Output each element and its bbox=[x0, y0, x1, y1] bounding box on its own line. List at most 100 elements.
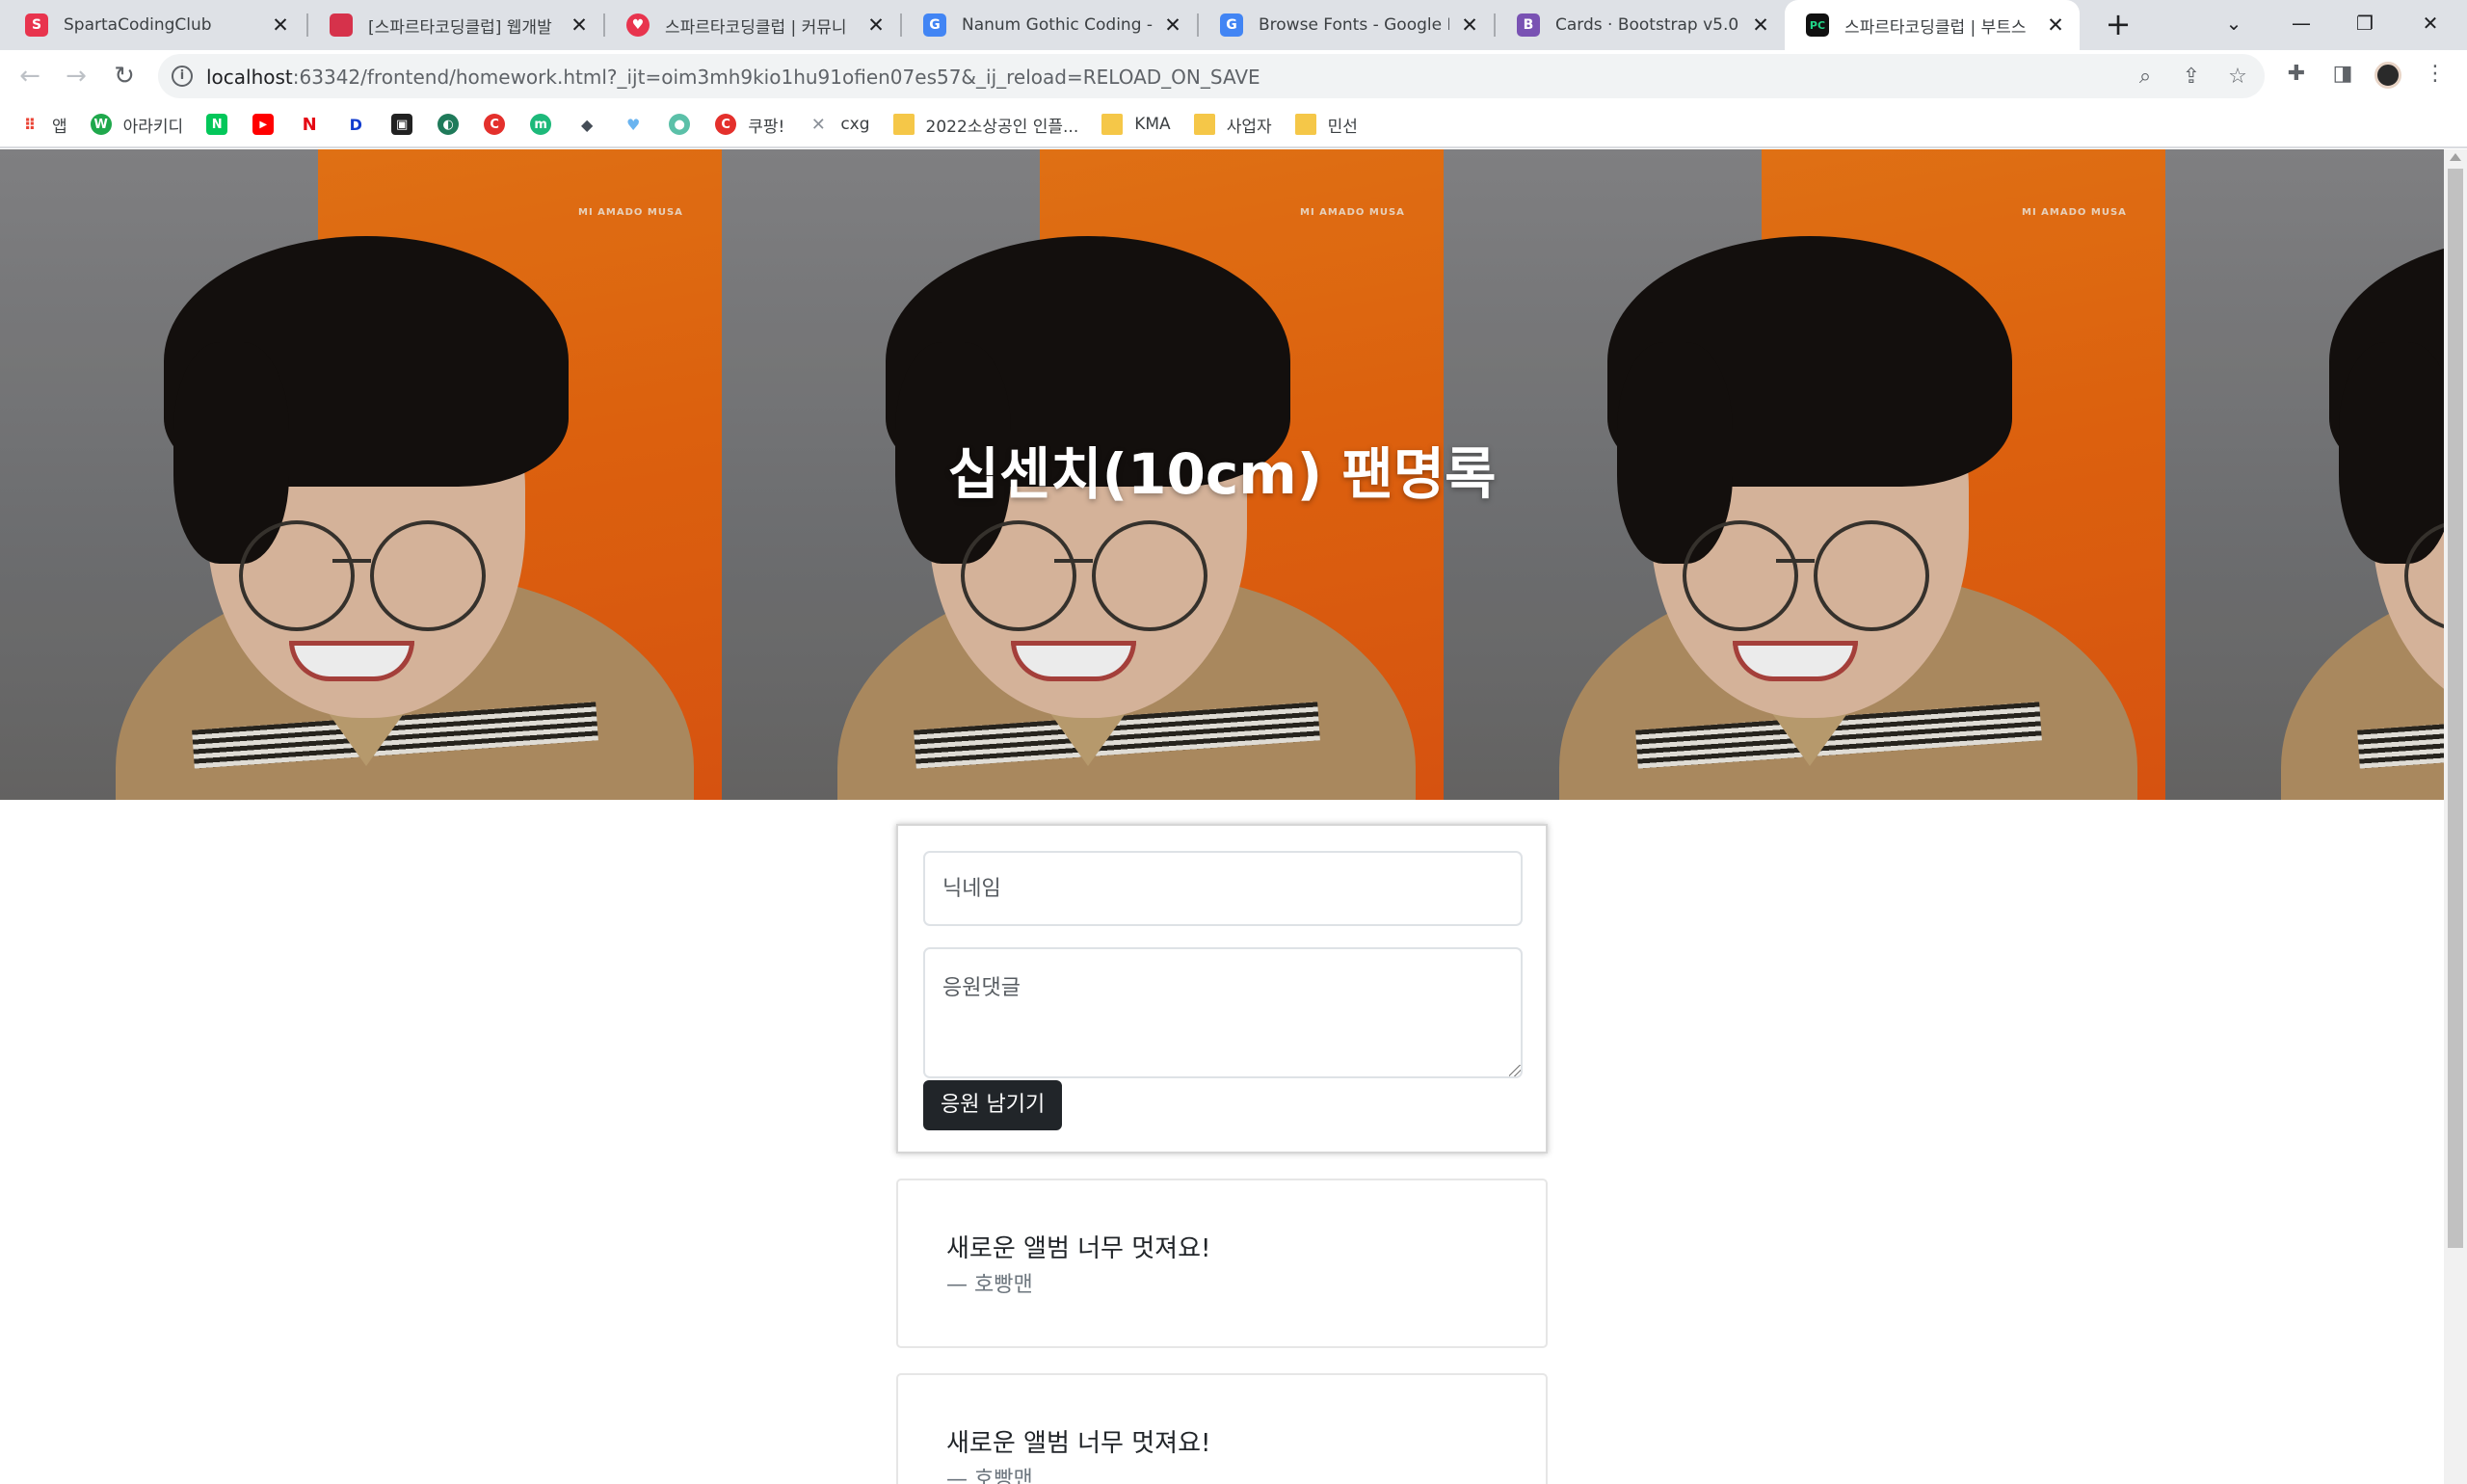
back-arrow-icon[interactable]: ← bbox=[13, 60, 46, 93]
hero-banner: MI AMADO MUSA MI AMADO MUSA MI AMADO MUS… bbox=[0, 149, 2444, 800]
bookmark-youtube[interactable]: ▶ bbox=[252, 114, 275, 135]
tab-nanum-gothic-coding[interactable]: G Nanum Gothic Coding - G ✕ bbox=[902, 0, 1197, 50]
tab-title: Cards · Bootstrap v5.0 bbox=[1555, 15, 1739, 35]
tab-browse-fonts[interactable]: G Browse Fonts - Google Fo ✕ bbox=[1199, 0, 1494, 50]
bookmark-watcha[interactable]: ▣ bbox=[391, 114, 413, 135]
bookmark-layers[interactable]: ◆ bbox=[576, 114, 598, 135]
side-panel-icon[interactable]: ◨ bbox=[2328, 60, 2357, 89]
comment-card: 새로운 앨범 너무 멋져요! — 호빵맨 bbox=[896, 1373, 1548, 1484]
folder-icon bbox=[1101, 114, 1124, 135]
disney-icon: D bbox=[345, 114, 367, 135]
bootstrap-favicon: B bbox=[1517, 13, 1540, 37]
bookmark-label: 앱 bbox=[52, 117, 67, 137]
comment-card: 새로운 앨범 너무 멋져요! — 호빵맨 bbox=[896, 1179, 1548, 1348]
bookmark-cxg[interactable]: ✕ cxg bbox=[808, 114, 870, 135]
bookmark-naver[interactable]: N bbox=[206, 114, 228, 135]
apps-grid-icon: ⠿ bbox=[19, 114, 40, 135]
page-viewport: MI AMADO MUSA MI AMADO MUSA MI AMADO MUS… bbox=[0, 149, 2444, 1484]
comment-text: 새로운 앨범 너무 멋져요! bbox=[946, 1429, 1211, 1458]
nickname-input[interactable] bbox=[923, 851, 1523, 926]
close-tab-icon[interactable]: ✕ bbox=[2045, 14, 2066, 36]
close-tab-icon[interactable]: ✕ bbox=[1459, 14, 1480, 36]
tab-spartacodingclub[interactable]: S SpartaCodingClub ✕ bbox=[4, 0, 305, 50]
reload-icon[interactable]: ↻ bbox=[108, 60, 141, 93]
scrollbar-thumb[interactable] bbox=[2448, 169, 2463, 1248]
tab-title: Nanum Gothic Coding - G bbox=[962, 15, 1153, 35]
address-bar[interactable]: i localhost:63342/frontend/homework.html… bbox=[158, 54, 2265, 98]
url-host: localhost bbox=[206, 66, 293, 89]
bookmark-netflix[interactable]: N bbox=[299, 114, 321, 135]
url-text[interactable]: localhost:63342/frontend/homework.html?_… bbox=[206, 66, 1260, 89]
bookmark-label: KMA bbox=[1134, 115, 1171, 134]
google-fonts-favicon: G bbox=[1220, 13, 1243, 37]
extensions-puzzle-icon[interactable]: ✚ bbox=[2282, 60, 2311, 89]
menu-kebab-icon[interactable]: ⋮ bbox=[2421, 60, 2450, 89]
tab-title: Browse Fonts - Google Fo bbox=[1259, 15, 1449, 35]
tab-bootstrap-cards[interactable]: B Cards · Bootstrap v5.0 ✕ bbox=[1496, 0, 1785, 50]
minimize-button[interactable]: — bbox=[2280, 4, 2322, 42]
restore-button[interactable]: ❐ bbox=[2344, 4, 2386, 42]
bookmark-m-circle[interactable]: m bbox=[530, 114, 552, 135]
site-info-icon[interactable]: i bbox=[172, 66, 193, 87]
bookmark-folder-kma[interactable]: KMA bbox=[1101, 114, 1171, 135]
comment-text: 새로운 앨범 너무 멋져요! bbox=[946, 1234, 1211, 1263]
close-tab-icon[interactable]: ✕ bbox=[1162, 14, 1183, 36]
bookmark-folder-2022[interactable]: 2022소상공인 인플... bbox=[892, 113, 1078, 137]
coupang-c-icon: C bbox=[484, 114, 506, 135]
guestbook-form: 응원 남기기 bbox=[896, 824, 1548, 1153]
bookmark-globe[interactable]: ◐ bbox=[438, 114, 460, 135]
balloon-icon: ♥ bbox=[623, 114, 645, 135]
close-tab-icon[interactable]: ✕ bbox=[569, 14, 590, 36]
bookmark-label: 민선 bbox=[1327, 117, 1358, 137]
page-title: 십센치(10cm) 팬명록 bbox=[947, 441, 1497, 507]
comment-author: — 호빵맨 bbox=[946, 1273, 1033, 1297]
browser-toolbar: ← → ↻ i localhost:63342/frontend/homewor… bbox=[0, 50, 2467, 102]
profile-avatar[interactable] bbox=[2374, 62, 2401, 89]
close-tab-icon[interactable]: ✕ bbox=[865, 14, 887, 36]
scroll-up-arrow-icon[interactable] bbox=[2450, 153, 2461, 161]
submit-cheer-button[interactable]: 응원 남기기 bbox=[923, 1080, 1063, 1130]
bookmark-arakid[interactable]: W 아라키디 bbox=[90, 113, 183, 137]
coupang-icon: C bbox=[715, 114, 737, 135]
youtube-icon: ▶ bbox=[252, 114, 275, 135]
share-icon[interactable]: ⇪ bbox=[2178, 64, 2205, 91]
m-circle-icon: m bbox=[530, 114, 552, 135]
close-window-button[interactable]: ✕ bbox=[2409, 4, 2452, 42]
x-mark-icon: ✕ bbox=[808, 114, 830, 135]
bookmark-folder-minseon[interactable]: 민선 bbox=[1294, 113, 1358, 137]
sparta-favicon: S bbox=[25, 13, 48, 37]
close-tab-icon[interactable]: ✕ bbox=[1750, 14, 1771, 36]
arakid-icon: W bbox=[90, 114, 112, 135]
comment-textarea[interactable] bbox=[923, 947, 1523, 1078]
bookmark-folder-business[interactable]: 사업자 bbox=[1193, 113, 1272, 137]
folder-icon bbox=[1294, 114, 1316, 135]
google-fonts-favicon: G bbox=[923, 13, 946, 37]
zoom-icon[interactable]: ⌕ bbox=[2132, 64, 2159, 91]
avatar-circle-icon: ● bbox=[669, 114, 691, 135]
bookmark-coupang-c[interactable]: C bbox=[484, 114, 506, 135]
heart-favicon: ♥ bbox=[626, 13, 650, 37]
bookmark-star-icon[interactable]: ☆ bbox=[2224, 64, 2251, 91]
close-tab-icon[interactable]: ✕ bbox=[270, 14, 291, 36]
globe-icon: ◐ bbox=[438, 114, 460, 135]
bookmark-balloon[interactable]: ♥ bbox=[623, 114, 645, 135]
tab-strip: S SpartaCodingClub ✕ [스파르타코딩클럽] 웹개발 ✕ ♥ … bbox=[0, 0, 2467, 50]
tab-title: [스파르타코딩클럽] 웹개발 bbox=[368, 17, 552, 38]
new-tab-button[interactable]: + bbox=[2101, 8, 2135, 42]
bookmark-coupang[interactable]: C 쿠팡! bbox=[715, 113, 784, 137]
tab-webdev-notebook[interactable]: [스파르타코딩클럽] 웹개발 ✕ bbox=[308, 0, 603, 50]
netflix-icon: N bbox=[299, 114, 321, 135]
comment-author: — 호빵맨 bbox=[946, 1468, 1033, 1484]
pycharm-favicon: PC bbox=[1806, 13, 1829, 37]
tab-title: SpartaCodingClub bbox=[64, 15, 212, 35]
page-scrollbar[interactable] bbox=[2444, 149, 2467, 1484]
bookmark-apps[interactable]: ⠿ 앱 bbox=[19, 113, 67, 137]
tab-search-chevron-icon[interactable]: ⌄ bbox=[2213, 4, 2255, 42]
tab-community[interactable]: ♥ 스파르타코딩클럽 | 커뮤니 ✕ bbox=[605, 0, 900, 50]
bookmark-avatar-circle[interactable]: ● bbox=[669, 114, 691, 135]
bookmark-disney[interactable]: D bbox=[345, 114, 367, 135]
textarea-resize-handle[interactable] bbox=[1509, 1065, 1521, 1076]
forward-arrow-icon[interactable]: → bbox=[60, 60, 93, 93]
tab-title: 스파르타코딩클럽 | 부트스 bbox=[1844, 17, 2027, 38]
tab-active-homework[interactable]: PC 스파르타코딩클럽 | 부트스 ✕ bbox=[1785, 0, 2080, 50]
